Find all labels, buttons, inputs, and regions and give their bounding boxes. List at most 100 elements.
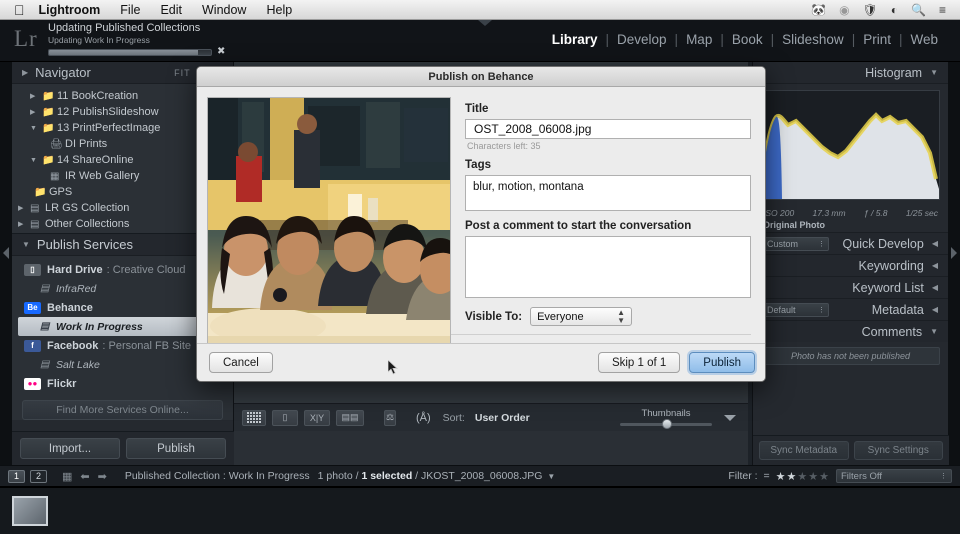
survey-view-icon[interactable]: ▤▤ xyxy=(336,409,364,426)
chevron-left-icon[interactable] xyxy=(951,247,957,259)
evernote-icon[interactable]: 🐼 xyxy=(811,4,826,16)
lightroom-logo: Lr xyxy=(14,26,38,51)
print-icon: 🖨 xyxy=(50,138,63,150)
quick-develop-preset-select[interactable]: Custom ⋮ xyxy=(763,236,829,251)
chevron-down-icon[interactable]: ▼ xyxy=(930,68,938,77)
chevron-down-icon[interactable]: ▼ xyxy=(30,157,42,164)
menu-item-window[interactable]: Window xyxy=(202,3,246,17)
stepper-icon[interactable]: ▲ ▼ xyxy=(617,308,625,325)
shield-icon[interactable]: 🛡 xyxy=(863,4,878,16)
cancel-button[interactable]: Cancel xyxy=(209,352,273,373)
chevron-down-icon[interactable]: ▼ xyxy=(22,240,30,249)
grid-icon[interactable]: ▦ xyxy=(62,470,72,483)
stepper-icon[interactable]: ⋮ xyxy=(940,472,947,480)
sync-metadata-button[interactable]: Sync Metadata xyxy=(759,441,849,460)
filters-off-select[interactable]: Filters Off ⋮ xyxy=(836,469,952,483)
panel-section-comments[interactable]: Comments ▼ xyxy=(753,320,948,342)
chevron-left-icon[interactable]: ◀ xyxy=(932,239,938,248)
page-indicator-2[interactable]: 2 xyxy=(30,469,47,483)
arrow-left-icon[interactable]: ⬅ xyxy=(80,470,89,483)
publish-button[interactable]: Publish xyxy=(126,438,226,459)
right-panel-buttons: Sync Metadata Sync Settings xyxy=(753,435,949,465)
histogram-exif: ISO 200 17.3 mm ƒ / 5.8 1/25 sec xyxy=(753,206,948,218)
chevron-right-icon[interactable]: ▶ xyxy=(30,92,42,100)
panel-section-keyword-list[interactable]: Keyword List ◀ xyxy=(753,276,948,298)
left-panel-toggle-gutter[interactable] xyxy=(0,62,12,465)
dropbox-icon[interactable]: ◉ xyxy=(839,4,849,16)
loupe-view-icon[interactable]: ▯ xyxy=(272,409,298,426)
comment-input[interactable] xyxy=(465,236,751,298)
module-library[interactable]: Library xyxy=(544,32,606,47)
chevron-down-icon[interactable] xyxy=(724,414,736,421)
grid-view-icon[interactable] xyxy=(242,409,266,426)
menu-item-edit[interactable]: Edit xyxy=(160,3,182,17)
menu-item-lightroom[interactable]: Lightroom xyxy=(39,3,101,17)
wifi-icon[interactable]: ◐ xyxy=(891,4,898,16)
chevron-down-icon[interactable]: ▼ xyxy=(547,472,555,481)
publish-dialog-button[interactable]: Publish xyxy=(689,352,755,373)
find-more-services-button[interactable]: Find More Services Online... xyxy=(22,400,223,420)
histogram-header[interactable]: Histogram ▼ xyxy=(753,62,948,84)
folder-icon: 📁 xyxy=(42,154,55,166)
arrow-right-icon[interactable]: ➡ xyxy=(98,470,107,483)
behance-icon: Be xyxy=(24,301,41,314)
chevron-right-icon[interactable]: ▶ xyxy=(30,108,42,116)
chevron-down-icon[interactable]: ▼ xyxy=(930,327,938,336)
list-icon[interactable]: ≡ xyxy=(939,4,946,16)
close-icon[interactable]: ✖ xyxy=(217,47,225,57)
service-name: Flickr xyxy=(47,377,77,390)
chevron-right-icon[interactable]: ▶ xyxy=(18,220,30,228)
dialog-title: Publish on Behance xyxy=(197,67,765,87)
menu-item-file[interactable]: File xyxy=(120,3,140,17)
panel-section-quick-develop[interactable]: Custom ⋮ Quick Develop ◀ xyxy=(753,232,948,254)
module-print[interactable]: Print xyxy=(855,32,899,47)
module-slideshow[interactable]: Slideshow xyxy=(774,32,852,47)
publish-services-title: Publish Services xyxy=(36,237,134,252)
chevron-right-icon[interactable]: ▶ xyxy=(18,204,30,212)
top-panel-toggle[interactable] xyxy=(478,20,492,26)
grid-icon: ▦ xyxy=(50,170,60,182)
navigator-fit[interactable]: FIT xyxy=(174,68,190,78)
panel-section-keywording[interactable]: Keywording ◀ xyxy=(753,254,948,276)
page-indicator-1[interactable]: 1 xyxy=(8,469,25,483)
chevron-down-icon[interactable]: ▼ xyxy=(30,125,42,132)
module-web[interactable]: Web xyxy=(902,32,946,47)
title-field-label: Title xyxy=(465,103,489,115)
stepper-icon[interactable]: ⋮ xyxy=(818,306,825,314)
module-map[interactable]: Map xyxy=(678,32,720,47)
sort-az-icon[interactable]: (Å) xyxy=(416,412,431,424)
title-input[interactable]: OST_2008_06008.jpg xyxy=(465,119,751,139)
panel-section-metadata[interactable]: Default ⋮ Metadata ◀ xyxy=(753,298,948,320)
compare-view-icon[interactable]: X|Y xyxy=(304,409,330,426)
filmstrip[interactable] xyxy=(0,487,960,534)
skip-button[interactable]: Skip 1 of 1 xyxy=(597,352,681,373)
module-develop[interactable]: Develop xyxy=(609,32,675,47)
search-icon[interactable]: 🔍 xyxy=(911,4,926,16)
chevron-left-icon[interactable]: ◀ xyxy=(932,283,938,292)
publish-on-behance-dialog: Publish on Behance Title OST_2008_06008.… xyxy=(196,66,766,382)
star-rating-filter[interactable]: ★★★★★ xyxy=(776,470,830,483)
chevron-right-icon[interactable] xyxy=(3,247,9,259)
spray-can-icon[interactable]: ⚖ xyxy=(384,409,396,426)
chevron-left-icon[interactable]: ◀ xyxy=(932,305,938,314)
filter-equals[interactable]: = xyxy=(764,470,770,482)
right-panel-toggle-gutter[interactable] xyxy=(948,62,960,465)
chevron-left-icon[interactable]: ◀ xyxy=(932,261,938,270)
module-book[interactable]: Book xyxy=(724,32,771,47)
tree-item-label: 13 PrintPerfectImage xyxy=(57,122,161,134)
apple-icon[interactable]:  xyxy=(14,3,25,17)
sort-value[interactable]: User Order xyxy=(475,412,530,424)
metadata-preset-select[interactable]: Default ⋮ xyxy=(763,302,829,317)
tags-input[interactable]: blur, motion, montana xyxy=(465,175,751,211)
chevron-right-icon[interactable]: ▶ xyxy=(22,68,28,77)
filmstrip-thumbnail[interactable] xyxy=(12,496,48,526)
sync-settings-button[interactable]: Sync Settings xyxy=(853,441,943,460)
thumbnails-slider[interactable] xyxy=(620,419,712,429)
import-button[interactable]: Import... xyxy=(20,438,120,459)
section-label: Metadata xyxy=(871,302,924,317)
service-name: Hard Drive xyxy=(47,263,103,276)
slider-knob[interactable] xyxy=(662,419,672,429)
menu-item-help[interactable]: Help xyxy=(266,3,292,17)
visible-to-select[interactable]: Everyone ▲ ▼ xyxy=(530,307,633,326)
stepper-icon[interactable]: ⋮ xyxy=(818,240,825,248)
